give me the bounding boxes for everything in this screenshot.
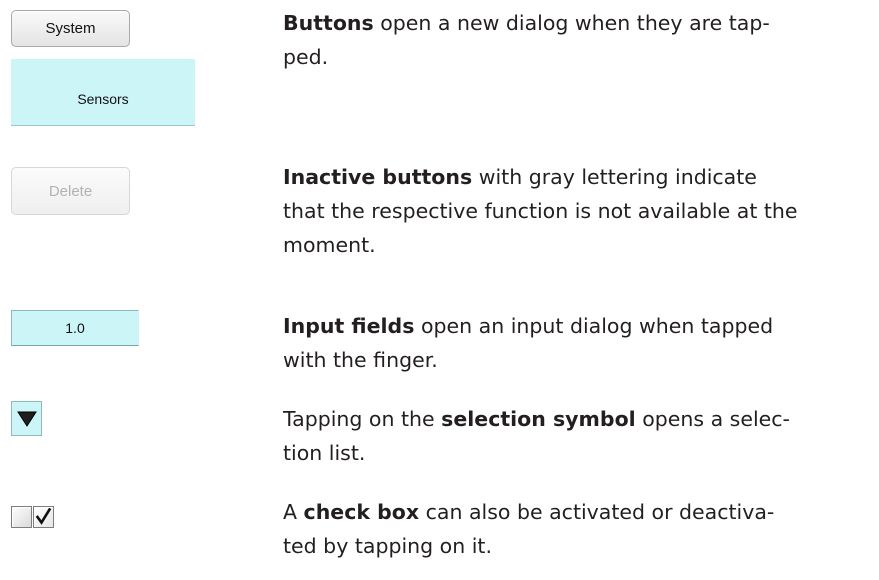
checkbox-line1-rest: can also be activated or deactiva- — [419, 500, 775, 524]
term-inactive-buttons: Inactive buttons — [283, 165, 473, 189]
delete-button-inactive: Delete — [11, 167, 130, 215]
system-button[interactable]: System — [11, 10, 130, 47]
checkbox-checked[interactable] — [33, 506, 54, 528]
input-fields-description: Input fields open an input dialog when t… — [283, 309, 863, 377]
buttons-description: Buttons open a new dialog when they are … — [283, 6, 863, 74]
term-input-fields: Input fields — [283, 314, 415, 338]
check-box-description: A check box can also be activated or dea… — [283, 495, 863, 563]
term-check-box: check box — [303, 500, 420, 524]
inactive-line2: that the respective function is not avai… — [283, 199, 798, 223]
checkbox-unchecked[interactable] — [11, 506, 32, 528]
term-buttons: Buttons — [283, 11, 374, 35]
input-field[interactable]: 1.0 — [11, 310, 139, 346]
checkbox-line1-pre: A — [283, 500, 304, 524]
inactive-line1: with gray lettering indicate — [472, 165, 757, 189]
inactive-line3: moment. — [283, 233, 376, 257]
term-selection-symbol: selection symbol — [441, 407, 636, 431]
input-line1: open an input dialog when tapped — [414, 314, 774, 338]
selection-symbol-description: Tapping on the selection symbol opens a … — [283, 402, 863, 470]
selection-line1-rest: opens a selec- — [635, 407, 790, 431]
checkbox-line2: ted by tapping on it. — [283, 534, 492, 558]
selection-line2: tion list. — [283, 441, 366, 465]
buttons-line1: open a new dialog when they are tap- — [373, 11, 770, 35]
sensors-button[interactable]: Sensors — [11, 59, 195, 126]
selection-line1-pre: Tapping on the — [283, 407, 442, 431]
input-line2: with the finger. — [283, 348, 438, 372]
buttons-line2: ped. — [283, 45, 329, 69]
inactive-buttons-description: Inactive buttons with gray lettering ind… — [283, 160, 863, 262]
selection-symbol[interactable] — [11, 401, 42, 436]
triangle-down-icon — [16, 411, 37, 427]
checkmark-icon — [35, 507, 52, 525]
